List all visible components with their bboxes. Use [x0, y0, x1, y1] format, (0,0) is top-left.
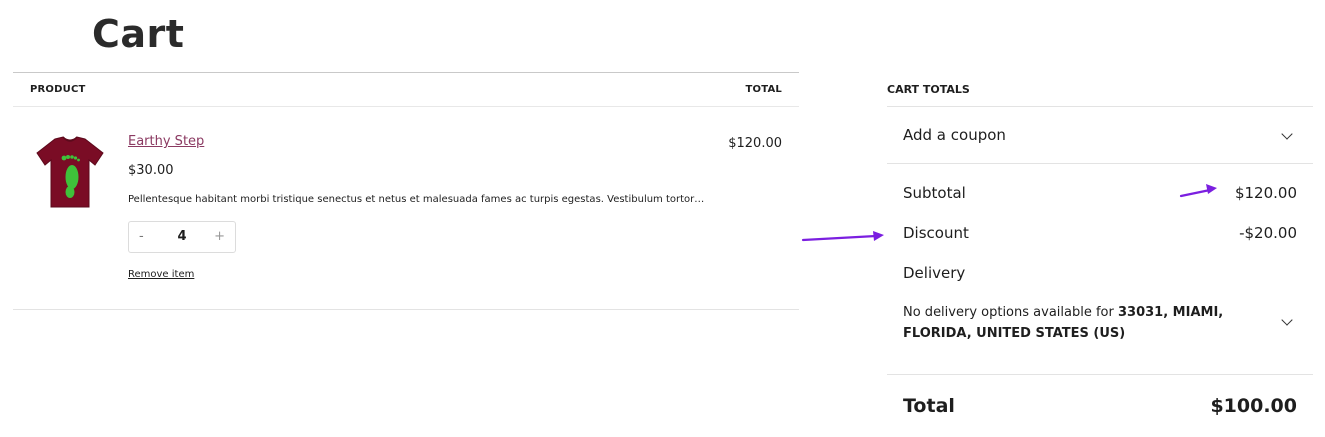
cart-totals-title: CART TOTALS: [887, 83, 970, 96]
discount-label: Discount: [903, 224, 969, 242]
cart-table: PRODUCT TOTAL Earthy Step $30.00 Pellent…: [13, 72, 799, 310]
chevron-down-icon[interactable]: [1281, 128, 1293, 140]
cart-totals-panel: CART TOTALS Add a coupon Subtotal $120.0…: [887, 78, 1313, 437]
divider: [887, 374, 1313, 375]
column-header-product: PRODUCT: [30, 84, 86, 95]
product-description: Pellentesque habitant morbi tristique se…: [128, 194, 705, 205]
order-total-label: Total: [903, 395, 955, 417]
page-title: Cart: [92, 12, 185, 56]
product-name-link[interactable]: Earthy Step: [128, 134, 204, 149]
quantity-increase-button[interactable]: +: [214, 229, 225, 244]
arrow-head-icon: [873, 231, 884, 241]
chevron-down-icon[interactable]: [1281, 314, 1293, 326]
subtotal-value: $120.00: [1234, 184, 1297, 202]
delivery-note: No delivery options available for 33031,…: [903, 302, 1233, 344]
remove-item-link[interactable]: Remove item: [128, 269, 194, 280]
delivery-note-text: No delivery options available for: [903, 305, 1118, 320]
order-total-value: $100.00: [1210, 395, 1297, 417]
discount-value: -$20.00: [1239, 224, 1297, 242]
line-total: $120.00: [728, 136, 782, 151]
tshirt-footprint-icon[interactable]: [35, 135, 105, 211]
add-coupon-toggle[interactable]: Add a coupon: [903, 126, 1006, 144]
divider: [887, 163, 1313, 164]
delivery-label: Delivery: [903, 264, 966, 282]
annotation-arrow-discount: [801, 234, 878, 242]
header-divider: [13, 106, 799, 107]
unit-price: $30.00: [128, 163, 174, 178]
subtotal-label: Subtotal: [903, 184, 966, 202]
column-header-total: TOTAL: [745, 84, 782, 95]
divider: [887, 106, 1313, 107]
quantity-stepper: - 4 +: [128, 221, 236, 253]
